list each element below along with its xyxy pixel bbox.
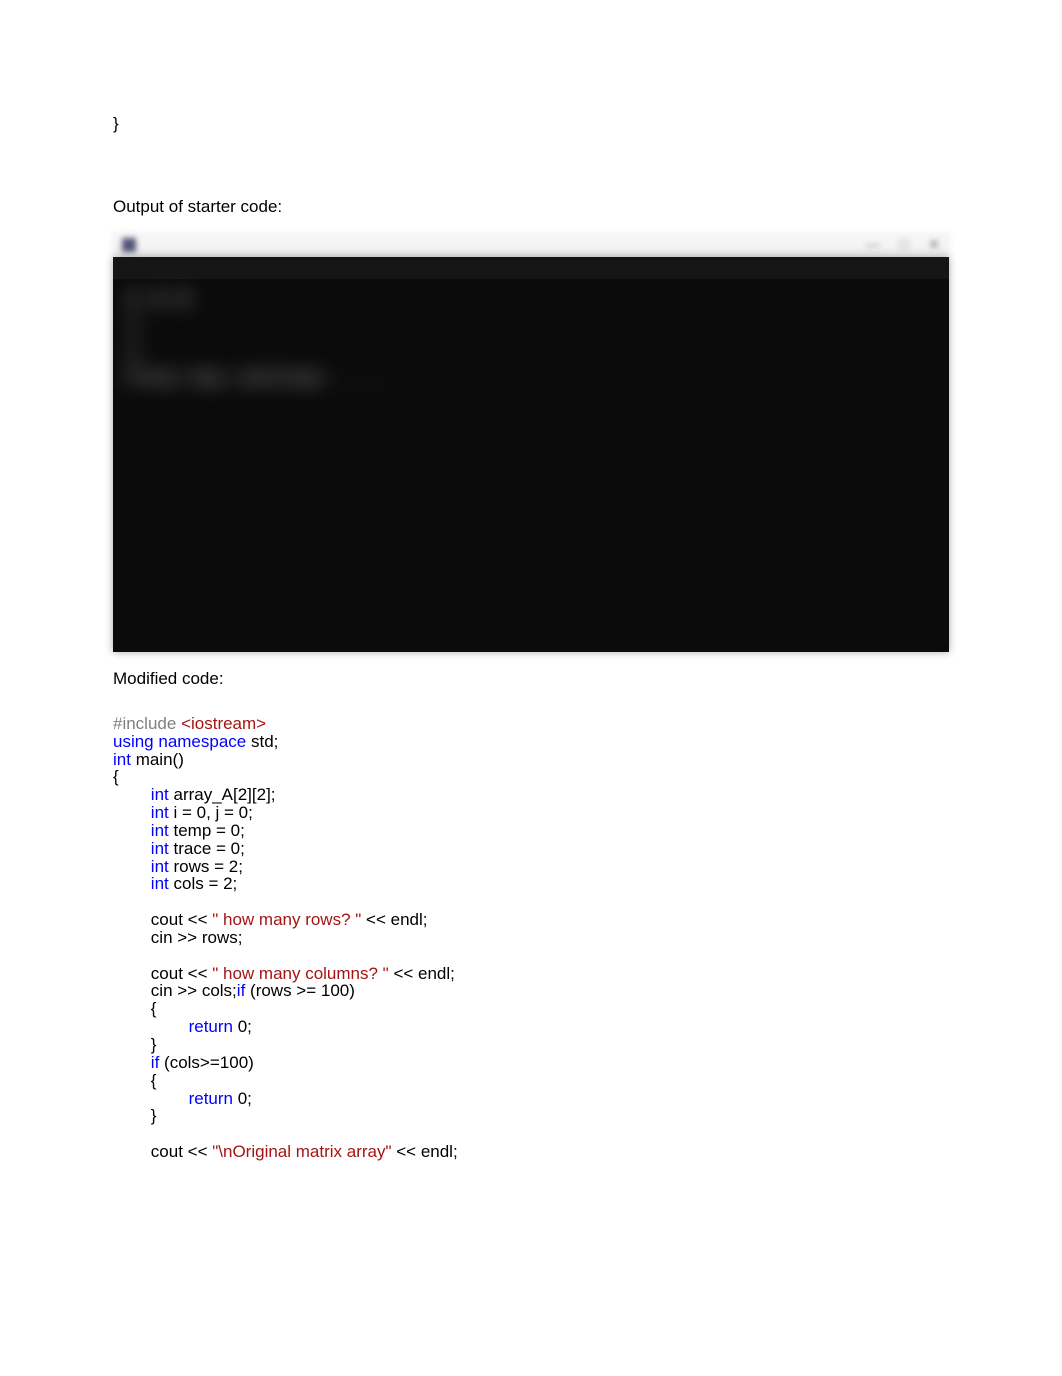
modified-code-label: Modified code: [113, 668, 949, 691]
code-string: " how many columns? " [212, 964, 388, 983]
code-include: <iostream> [181, 714, 266, 733]
maximize-icon: □ [900, 235, 908, 254]
console-strip [113, 257, 949, 279]
code-text: temp = 0; [173, 821, 244, 840]
console-line: Press key continue . . . [127, 365, 387, 391]
code-brace: { [113, 767, 119, 786]
code-text: 0; [238, 1017, 252, 1036]
code-text: i = 0, j = 0; [173, 803, 252, 822]
code-keyword: using namespace [113, 732, 251, 751]
code-string: "\nOriginal matrix array" [212, 1142, 391, 1161]
code-text: std; [251, 732, 278, 751]
code-brace: { [151, 1071, 157, 1090]
code-text: (rows >= 100) [250, 981, 355, 1000]
console-output-blurred: 1 3 5 1 2 Press key continue . . . [113, 279, 401, 399]
code-keyword: if [151, 1053, 164, 1072]
code-keyword: int [151, 821, 174, 840]
code-text: cols = 2; [173, 874, 237, 893]
code-keyword: return [189, 1017, 238, 1036]
code-keyword: return [189, 1089, 238, 1108]
code-text: cout << [151, 964, 212, 983]
code-text: << endl; [389, 964, 455, 983]
code-keyword: int [151, 857, 174, 876]
console-line: 1 [127, 313, 387, 339]
code-string: " how many rows? " [212, 910, 361, 929]
code-keyword: int [151, 839, 174, 858]
output-label: Output of starter code: [113, 196, 949, 219]
code-text: cin >> cols; [151, 981, 237, 1000]
code-text: array_A[2][2]; [173, 785, 275, 804]
code-brace: { [151, 999, 157, 1018]
code-text: (cols>=100) [164, 1053, 254, 1072]
code-keyword: int [151, 785, 174, 804]
code-text: cin >> rows; [151, 928, 243, 947]
minimize-icon: — [866, 235, 880, 254]
code-keyword: int [113, 750, 136, 769]
window-controls: — □ ✕ [866, 235, 940, 254]
code-keyword: int [151, 803, 174, 822]
console-body: 1 3 5 1 2 Press key continue . . . [113, 257, 949, 652]
close-icon: ✕ [928, 235, 940, 254]
code-text: main() [136, 750, 184, 769]
console-window: — □ ✕ 1 3 5 1 2 Press key continue . . . [113, 233, 949, 652]
code-brace: } [151, 1035, 157, 1054]
code-text: rows = 2; [173, 857, 242, 876]
code-text: 0; [238, 1089, 252, 1108]
code-keyword: int [151, 874, 174, 893]
console-titlebar: — □ ✕ [113, 233, 949, 257]
code-text: trace = 0; [173, 839, 244, 858]
code-directive: #include [113, 714, 181, 733]
console-line: 1 3 5 [127, 287, 387, 313]
console-icon [122, 238, 136, 252]
top-close-brace: } [113, 113, 949, 136]
code-text: << endl; [392, 1142, 458, 1161]
code-keyword: if [237, 981, 250, 1000]
console-line: 2 [127, 339, 387, 365]
code-text: cout << [151, 910, 212, 929]
code-text: << endl; [361, 910, 427, 929]
code-brace: } [151, 1106, 157, 1125]
code-text: cout << [151, 1142, 212, 1161]
code-block: #include <iostream> using namespace std;… [113, 715, 949, 1161]
